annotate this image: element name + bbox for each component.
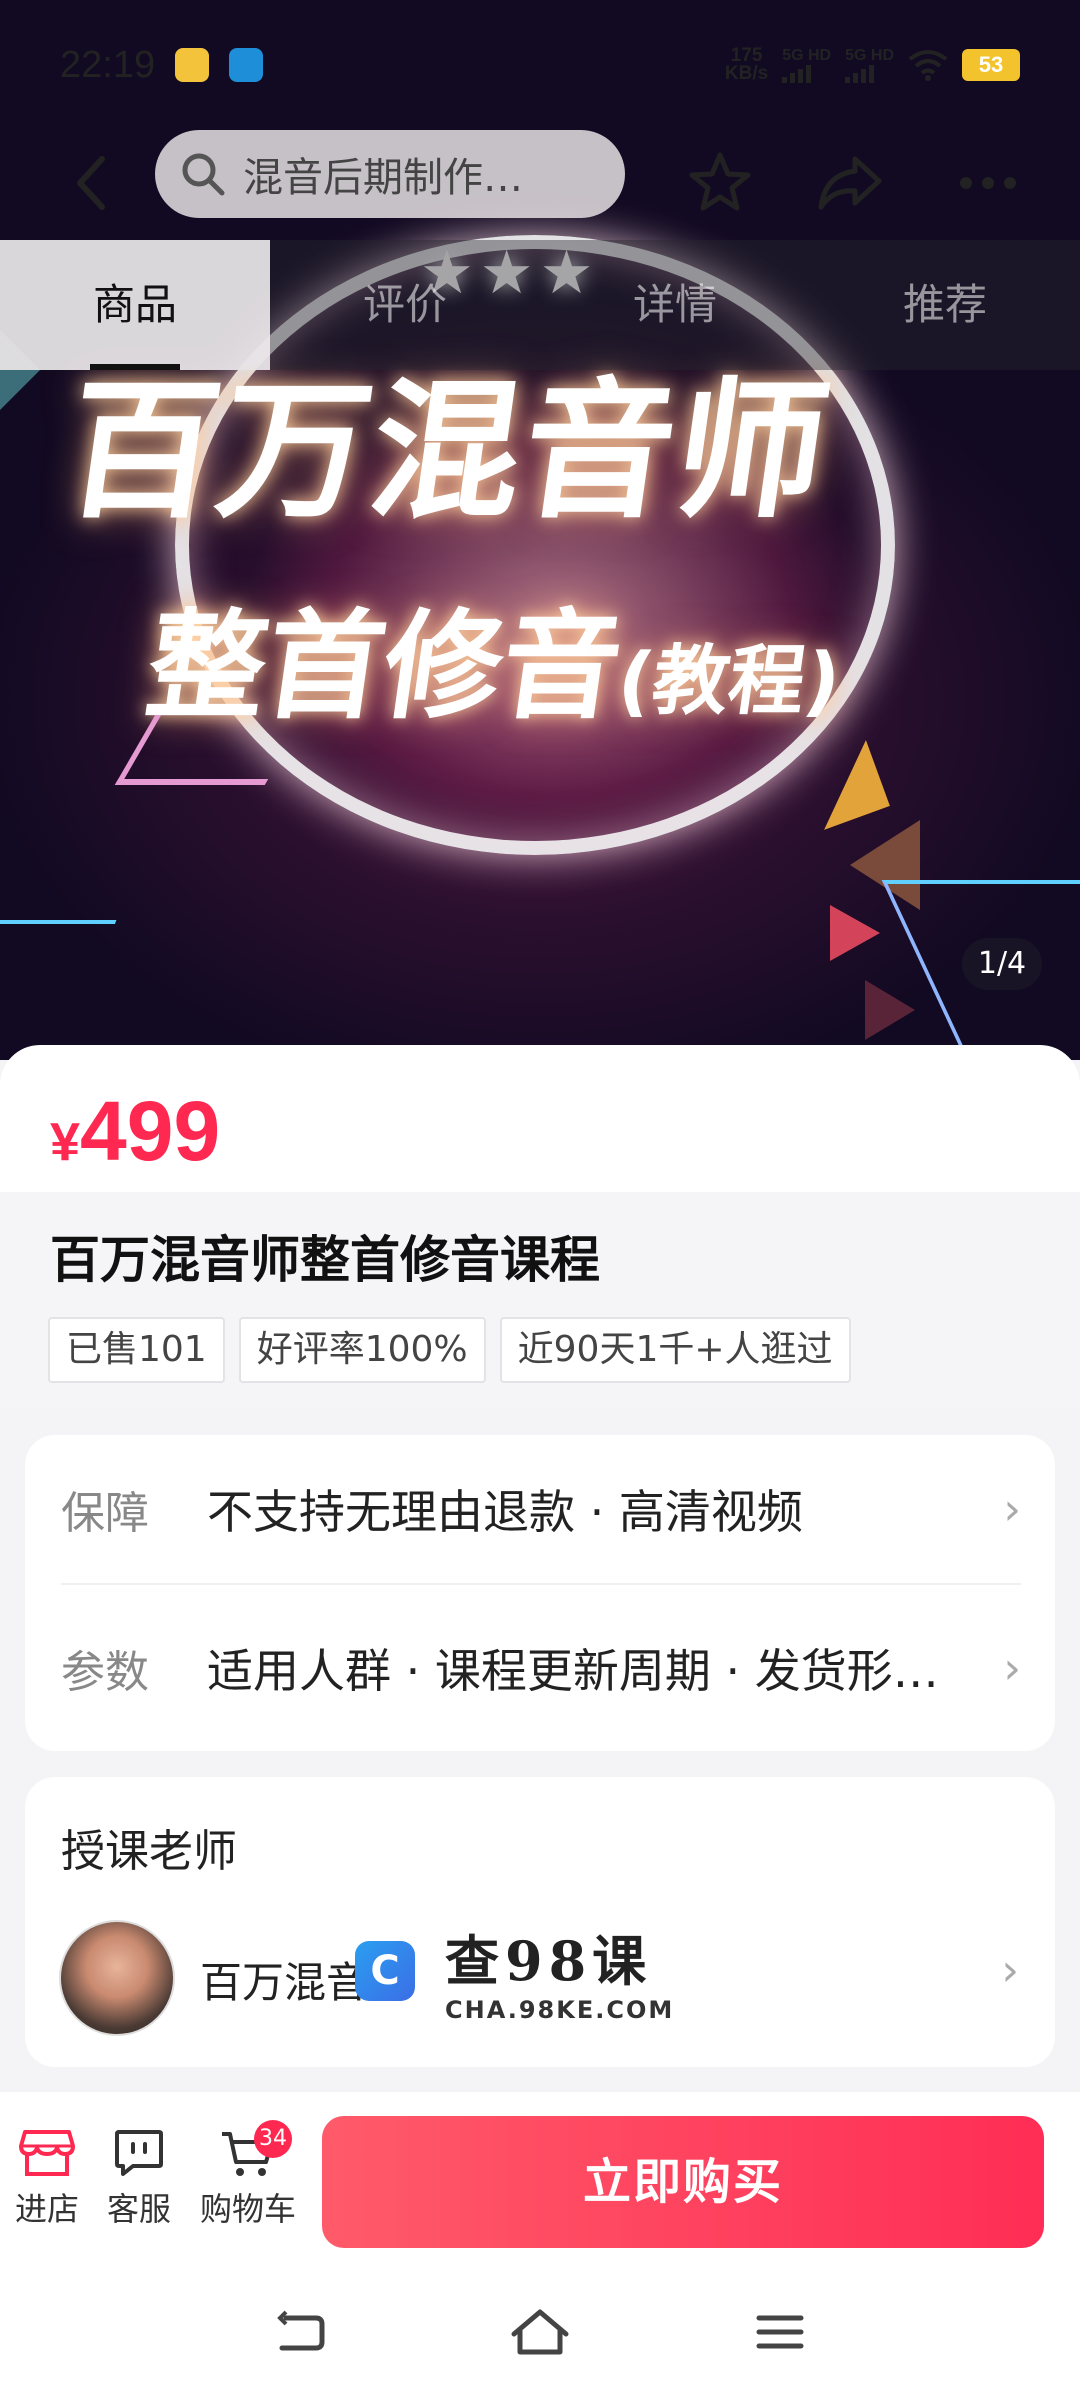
decor-line <box>0 920 117 1060</box>
status-indicators: 175 KB/s 5G HD 5G HD 53 <box>724 46 1020 84</box>
parameters-value: 适用人群 · 课程更新周期 · 发货形… <box>207 1644 939 1698</box>
back-arrow-icon <box>277 2310 325 2351</box>
product-tags: 已售101 好评率100% 近90天1千+人逛过 <box>48 1317 851 1383</box>
more-dots-icon <box>960 177 1016 189</box>
top-nav: 混音后期制作… <box>0 128 1080 238</box>
chat-icon <box>115 2130 163 2176</box>
section-tabs: 商品 评价 详情 推荐 <box>0 240 1080 370</box>
system-home-button[interactable] <box>500 2302 580 2362</box>
store-icon <box>19 2130 75 2176</box>
watermark-text: 查98课 CHA.98KE.COM <box>445 1917 674 2024</box>
price-amount: 499 <box>80 1084 221 1178</box>
teacher-avatar <box>59 1920 175 2036</box>
back-button[interactable] <box>55 148 125 218</box>
status-bar: 22:19 175 KB/s 5G HD 5G HD 53 <box>0 0 1080 130</box>
share-icon <box>818 156 882 210</box>
chevron-right-icon: › <box>1003 1483 1021 1535</box>
network-speed: 175 KB/s <box>724 46 769 84</box>
search-icon <box>182 153 225 196</box>
cart-label: 购物车 <box>199 2190 296 2228</box>
buy-now-button[interactable]: 立即购买 <box>322 2116 1044 2248</box>
home-icon <box>511 2309 569 2355</box>
views-tag: 近90天1千+人逛过 <box>499 1317 851 1383</box>
teacher-card[interactable]: 授课老师 百万混音师 C 查98课 CHA.98KE.COM › <box>25 1777 1055 2067</box>
signal-sim1-icon: 5G HD <box>782 47 831 83</box>
customer-service-button[interactable]: 客服 <box>94 2128 184 2230</box>
guarantee-row[interactable]: 保障 不支持无理由退款 · 高清视频 › <box>61 1435 1021 1585</box>
decor-triangle <box>830 905 880 961</box>
parameters-label: 参数 <box>61 1647 149 1698</box>
sim2-label: 5G HD <box>845 47 894 64</box>
watermark-logo-icon: C <box>355 1940 415 2001</box>
parameters-row[interactable]: 参数 适用人群 · 课程更新周期 · 发货形… › <box>61 1593 1021 1743</box>
guarantee-value: 不支持无理由退款 · 高清视频 <box>207 1485 803 1539</box>
bottom-action-bar: 进店 客服 34 购物车 立即购买 <box>0 2092 1080 2262</box>
watermark-brand: 查98课 <box>445 1929 653 1993</box>
tab-details[interactable]: 详情 <box>540 240 810 370</box>
chevron-right-icon: › <box>1001 1945 1019 1996</box>
teacher-heading: 授课老师 <box>61 1826 237 1877</box>
service-label: 客服 <box>106 2190 171 2228</box>
chevron-right-icon: › <box>1003 1642 1021 1694</box>
system-back-button[interactable] <box>260 2302 340 2362</box>
sales-tag: 已售101 <box>48 1317 225 1383</box>
store-button[interactable]: 进店 <box>2 2128 92 2230</box>
system-menu-button[interactable] <box>740 2302 820 2362</box>
system-nav-bar <box>0 2262 1080 2400</box>
favorite-button[interactable] <box>680 143 760 223</box>
watermark-url: CHA.98KE.COM <box>445 1996 675 2024</box>
price-section: ¥499 <box>0 1045 1080 1195</box>
tab-product[interactable]: 商品 <box>0 240 270 370</box>
menu-icon <box>756 2315 804 2349</box>
share-button[interactable] <box>810 143 890 223</box>
app-notification-icon <box>229 48 264 82</box>
decor-triangle <box>865 980 915 1040</box>
product-info: 百万混音师整首修音课程 已售101 好评率100% 近90天1千+人逛过 <box>0 1192 1080 1407</box>
watermark: C 查98课 CHA.98KE.COM <box>355 1917 674 2024</box>
hero-subtitle-suffix: (教程) <box>612 636 847 725</box>
tab-recommend[interactable]: 推荐 <box>810 240 1080 370</box>
wifi-icon <box>908 50 948 81</box>
product-title: 百万混音师整首修音课程 <box>50 1231 600 1289</box>
cart-button[interactable]: 34 购物车 <box>198 2120 298 2230</box>
more-options-button[interactable] <box>948 143 1028 223</box>
search-text: 混音后期制作… <box>243 155 523 201</box>
attributes-card: 保障 不支持无理由退款 · 高清视频 › 参数 适用人群 · 课程更新周期 · … <box>25 1435 1055 1751</box>
product-price: ¥499 <box>50 1083 220 1180</box>
app-notification-icon <box>175 48 210 82</box>
store-label: 进店 <box>14 2190 79 2228</box>
guarantee-label: 保障 <box>61 1488 149 1539</box>
price-currency: ¥ <box>50 1112 81 1172</box>
tab-reviews[interactable]: 评价 <box>270 240 540 370</box>
cart-count-badge: 34 <box>254 2120 292 2158</box>
battery-icon: 53 <box>962 49 1020 81</box>
sim1-label: 5G HD <box>782 47 832 64</box>
image-counter: 1/4 <box>962 938 1042 990</box>
network-speed-unit: KB/s <box>724 63 769 84</box>
signal-sim2-icon: 5G HD <box>845 47 894 83</box>
status-time: 22:19 <box>60 43 156 86</box>
decor-triangle <box>800 740 890 830</box>
search-input[interactable]: 混音后期制作… <box>155 130 625 218</box>
rating-tag: 好评率100% <box>238 1317 486 1383</box>
star-icon <box>689 152 751 211</box>
chevron-left-icon <box>77 156 105 210</box>
